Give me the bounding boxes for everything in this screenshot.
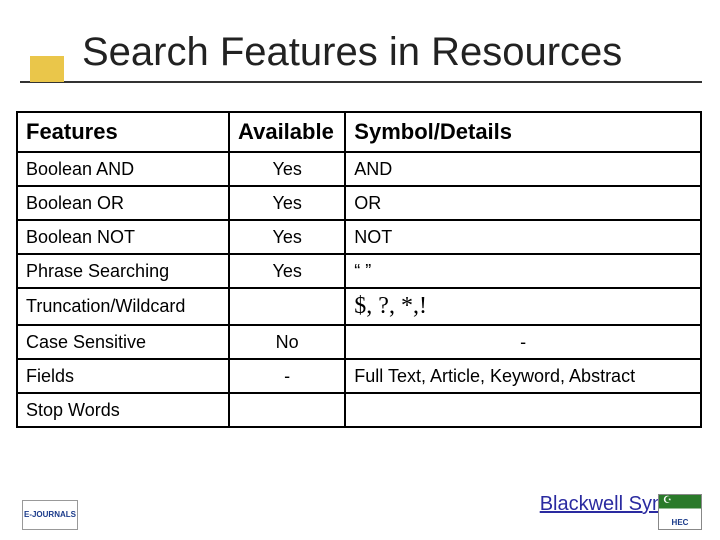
cell-available: Yes bbox=[229, 220, 345, 254]
header-available: Available bbox=[229, 112, 345, 152]
title-block: Search Features in Resources bbox=[0, 0, 720, 97]
cell-feature: Boolean OR bbox=[17, 186, 229, 220]
cell-available: Yes bbox=[229, 152, 345, 186]
cell-feature: Boolean AND bbox=[17, 152, 229, 186]
cell-feature: Fields bbox=[17, 359, 229, 393]
cell-detail: OR bbox=[345, 186, 701, 220]
features-table-wrap: Features Available Symbol/Details Boolea… bbox=[16, 111, 702, 428]
cell-detail: Full Text, Article, Keyword, Abstract bbox=[345, 359, 701, 393]
cell-available bbox=[229, 393, 345, 427]
header-features: Features bbox=[17, 112, 229, 152]
table-row: Boolean NOT Yes NOT bbox=[17, 220, 701, 254]
cell-feature: Case Sensitive bbox=[17, 325, 229, 359]
cell-detail: “ ” bbox=[345, 254, 701, 288]
title-underline bbox=[20, 81, 702, 83]
ejournals-label: E-JOURNALS bbox=[24, 511, 76, 519]
cell-available: - bbox=[229, 359, 345, 393]
features-table: Features Available Symbol/Details Boolea… bbox=[16, 111, 702, 428]
cell-available: Yes bbox=[229, 186, 345, 220]
cell-detail bbox=[345, 393, 701, 427]
table-row: Boolean AND Yes AND bbox=[17, 152, 701, 186]
hec-logo: HEC bbox=[658, 494, 702, 530]
cell-detail: NOT bbox=[345, 220, 701, 254]
table-row: Case Sensitive No - bbox=[17, 325, 701, 359]
cell-detail: - bbox=[345, 325, 701, 359]
accent-square bbox=[30, 56, 64, 82]
hec-label: HEC bbox=[659, 518, 701, 527]
footer-left: E-JOURNALS bbox=[22, 500, 78, 530]
cell-feature: Boolean NOT bbox=[17, 220, 229, 254]
cell-available: Yes bbox=[229, 254, 345, 288]
cell-feature: Truncation/Wildcard bbox=[17, 288, 229, 325]
cell-available bbox=[229, 288, 345, 325]
cell-available: No bbox=[229, 325, 345, 359]
table-row: Stop Words bbox=[17, 393, 701, 427]
header-symbol-details: Symbol/Details bbox=[345, 112, 701, 152]
table-row: Phrase Searching Yes “ ” bbox=[17, 254, 701, 288]
cell-feature: Phrase Searching bbox=[17, 254, 229, 288]
page-title: Search Features in Resources bbox=[82, 30, 720, 75]
cell-detail: $, ?, *,! bbox=[345, 288, 701, 325]
cell-feature: Stop Words bbox=[17, 393, 229, 427]
table-row: Truncation/Wildcard $, ?, *,! bbox=[17, 288, 701, 325]
table-header-row: Features Available Symbol/Details bbox=[17, 112, 701, 152]
cell-detail: AND bbox=[345, 152, 701, 186]
table-row: Fields - Full Text, Article, Keyword, Ab… bbox=[17, 359, 701, 393]
ejournals-logo: E-JOURNALS bbox=[22, 500, 78, 530]
table-row: Boolean OR Yes OR bbox=[17, 186, 701, 220]
